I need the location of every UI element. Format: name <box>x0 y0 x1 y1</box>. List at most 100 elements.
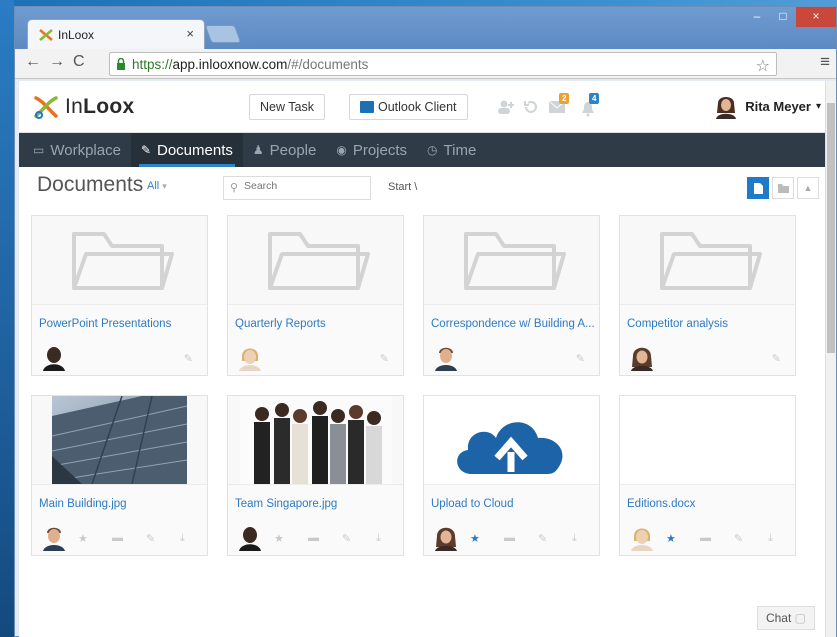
star-icon[interactable]: ★ <box>274 532 284 545</box>
new-task-button[interactable]: New Task <box>249 94 325 120</box>
outlook-client-button[interactable]: Outlook Client <box>349 94 468 120</box>
avatar[interactable] <box>236 343 264 371</box>
star-icon[interactable]: ★ <box>78 532 88 545</box>
folder-action-icon[interactable]: ▬ <box>308 532 319 544</box>
mail-notification[interactable]: 2 <box>549 93 570 115</box>
folder-action-icon[interactable]: ▬ <box>700 532 711 544</box>
nav-projects[interactable]: ◉ Projects <box>326 133 417 167</box>
new-tab-button[interactable] <box>204 25 242 43</box>
document-card[interactable]: Editions.docx ★ ▬ ✎ ⤓ <box>619 395 796 556</box>
nav-workplace[interactable]: ▭ Workplace <box>23 133 131 167</box>
download-icon[interactable]: ⤓ <box>376 532 381 545</box>
edit-pencil-icon[interactable]: ✎ <box>380 352 389 365</box>
folder-action-icon[interactable]: ▬ <box>112 532 123 544</box>
close-window-button[interactable]: × <box>796 7 836 27</box>
edit-pencil-icon[interactable]: ✎ <box>184 352 193 365</box>
view-switcher: ▲ <box>747 177 819 199</box>
chat-button[interactable]: Chat ▢ <box>756 606 815 630</box>
tab-close-icon[interactable]: × <box>186 26 194 41</box>
minimize-button[interactable]: – <box>744 7 770 27</box>
app-header: InLoox New Task Outlook Client 2 4 Rita … <box>19 81 831 133</box>
new-task-label: New Task <box>260 100 314 114</box>
maximize-button[interactable]: □ <box>770 7 796 27</box>
download-icon[interactable]: ⤓ <box>572 532 577 545</box>
document-card[interactable]: PowerPoint Presentations ✎ <box>31 215 208 376</box>
document-view-button[interactable] <box>747 177 769 199</box>
chat-label: Chat <box>765 611 792 625</box>
star-icon[interactable]: ★ <box>470 532 480 545</box>
card-title[interactable]: Team Singapore.jpg <box>235 498 337 510</box>
card-thumbnail <box>424 396 599 484</box>
forward-icon[interactable]: → <box>49 53 65 71</box>
inloox-logo[interactable]: InLoox <box>33 95 135 119</box>
document-card[interactable]: Competitor analysis ✎ <box>619 215 796 376</box>
search-box: ⚲ <box>223 176 371 200</box>
page-title: Documents <box>37 173 144 196</box>
avatar[interactable] <box>236 523 264 551</box>
folder-icon <box>660 232 762 290</box>
card-footer: Competitor analysis ✎ <box>620 304 795 375</box>
nav-documents[interactable]: ✎ Documents <box>130 133 243 167</box>
avatar[interactable] <box>432 343 460 371</box>
card-footer: Team Singapore.jpg ★ ▬ ✎ ⤓ <box>228 484 403 555</box>
card-title[interactable]: PowerPoint Presentations <box>39 318 171 330</box>
card-title[interactable]: Correspondence w/ Building A... <box>431 318 595 330</box>
breadcrumb[interactable]: Start \ <box>388 181 417 193</box>
folder-action-icon[interactable]: ▬ <box>504 532 515 544</box>
building-image <box>51 396 188 484</box>
edit-pencil-icon[interactable]: ✎ <box>146 532 155 545</box>
avatar[interactable] <box>432 523 460 551</box>
scrollbar-thumb[interactable] <box>827 103 835 353</box>
desktop-edge <box>0 0 14 637</box>
edit-pencil-icon[interactable]: ✎ <box>772 352 781 365</box>
card-title[interactable]: Main Building.jpg <box>39 498 127 510</box>
user-menu[interactable]: Rita Meyer ▾ <box>715 93 821 119</box>
card-footer: Editions.docx ★ ▬ ✎ ⤓ <box>620 484 795 555</box>
document-card[interactable]: Team Singapore.jpg ★ ▬ ✎ ⤓ <box>227 395 404 556</box>
folder-view-button[interactable] <box>772 177 794 199</box>
card-title[interactable]: Competitor analysis <box>627 318 728 330</box>
reload-icon[interactable]: C <box>73 53 85 71</box>
back-icon[interactable]: ← <box>25 53 41 71</box>
edit-pencil-icon[interactable]: ✎ <box>538 532 547 545</box>
card-title[interactable]: Quarterly Reports <box>235 318 326 330</box>
paperclip-icon: ✎ <box>140 143 151 157</box>
edit-pencil-icon[interactable]: ✎ <box>342 532 351 545</box>
filter-dropdown[interactable]: All ▾ <box>147 180 167 192</box>
add-person-icon[interactable] <box>497 99 515 115</box>
url-field[interactable]: https://app.inlooxnow.com/#/documents ☆ <box>109 52 777 76</box>
chevron-down-icon: ▾ <box>162 181 167 191</box>
collapse-button[interactable]: ▲ <box>797 177 819 199</box>
edit-pencil-icon[interactable]: ✎ <box>576 352 585 365</box>
bookmark-star-icon[interactable]: ☆ <box>756 56 770 76</box>
search-input[interactable] <box>244 180 364 192</box>
card-footer: Main Building.jpg ★ ▬ ✎ ⤓ <box>32 484 207 555</box>
download-icon[interactable]: ⤓ <box>768 532 773 545</box>
card-title[interactable]: Editions.docx <box>627 498 695 510</box>
outlook-label: Outlook Client <box>378 100 457 114</box>
browser-menu-icon[interactable]: ≡ <box>820 52 830 72</box>
document-card[interactable]: Upload to Cloud ★ ▬ ✎ ⤓ <box>423 395 600 556</box>
avatar[interactable] <box>40 343 68 371</box>
document-card[interactable]: Main Building.jpg ★ ▬ ✎ ⤓ <box>31 395 208 556</box>
edit-pencil-icon[interactable]: ✎ <box>734 532 743 545</box>
avatar[interactable] <box>628 523 656 551</box>
avatar[interactable] <box>40 523 68 551</box>
browser-tab[interactable]: InLoox × <box>27 19 205 49</box>
card-title[interactable]: Upload to Cloud <box>431 498 513 510</box>
document-card[interactable]: Correspondence w/ Building A... ✎ <box>423 215 600 376</box>
document-card[interactable]: Quarterly Reports ✎ <box>227 215 404 376</box>
avatar[interactable] <box>628 343 656 371</box>
outlook-icon <box>360 101 374 113</box>
monitor-icon: ▭ <box>33 143 45 157</box>
download-icon[interactable]: ⤓ <box>180 532 185 545</box>
card-footer: Upload to Cloud ★ ▬ ✎ ⤓ <box>424 484 599 555</box>
page-scrollbar[interactable] <box>825 81 836 637</box>
document-icon <box>753 182 763 194</box>
nav-time-label: Time <box>443 141 477 159</box>
nav-time[interactable]: ◷ Time <box>417 133 486 167</box>
nav-people[interactable]: ♟ People <box>243 133 326 167</box>
bell-notification[interactable]: 4 <box>581 93 601 117</box>
star-icon[interactable]: ★ <box>666 532 676 545</box>
history-icon[interactable] <box>523 99 539 115</box>
